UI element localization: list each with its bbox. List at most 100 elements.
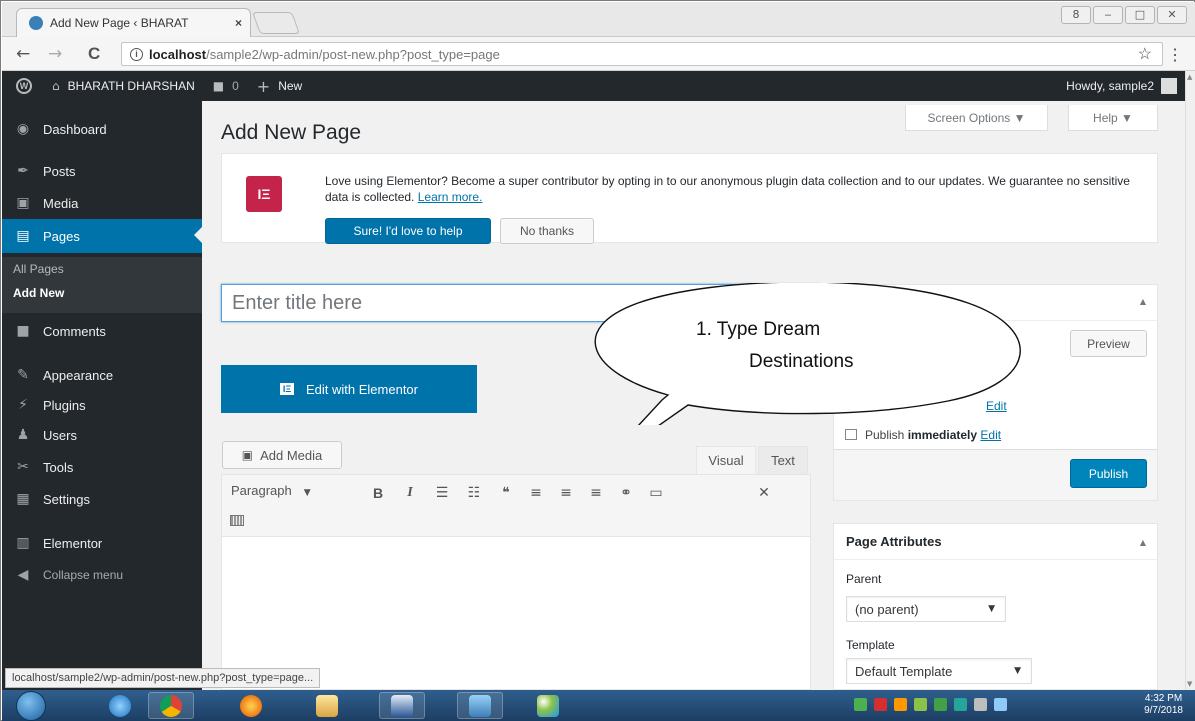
callout-bubble: 1. Type Dream Destinations	[594, 283, 1021, 425]
back-button[interactable]: ←	[16, 44, 30, 64]
plus-icon: +	[256, 76, 271, 96]
forward-button[interactable]: →	[48, 44, 62, 64]
internet-explorer-icon[interactable]	[97, 692, 143, 719]
new-content-link[interactable]: + New	[257, 77, 302, 96]
clock[interactable]: 4:32 PM 9/7/2018	[1144, 693, 1183, 717]
sidebar-item-dashboard[interactable]: ◉ Dashboard	[2, 113, 202, 145]
notice-text: Love using Elementor? Become a super con…	[325, 173, 1145, 205]
calendar-icon	[845, 429, 857, 440]
info-icon[interactable]: i	[130, 47, 143, 61]
sidebar-item-plugins[interactable]: ⚡ Plugins	[2, 389, 202, 421]
attributes-toggle-icon[interactable]: ▲	[1140, 538, 1146, 547]
parent-select[interactable]: (no parent) ▼	[846, 596, 1006, 622]
page-scrollbar[interactable]: ▲ ▼	[1185, 71, 1195, 690]
settings-icon: ▦	[16, 491, 30, 507]
browser-menu-icon[interactable]: ⋮	[1167, 45, 1183, 65]
template-select-value: Default Template	[855, 663, 953, 679]
no-thanks-button[interactable]: No thanks	[500, 218, 594, 244]
content-editor[interactable]: Paragraph ▼ B I ☰ ☷ ❝ ≡ ≡ ≡ ⚭ ▭ ✕	[221, 474, 811, 690]
tab-text[interactable]: Text	[758, 446, 808, 474]
publish-button[interactable]: Publish	[1070, 459, 1147, 488]
template-label: Template	[846, 638, 895, 652]
scroll-up-icon[interactable]: ▲	[1187, 73, 1192, 81]
chrome-icon[interactable]	[148, 692, 194, 719]
blockquote-button[interactable]: ❝	[495, 482, 517, 504]
url-input[interactable]: i localhost /sample2/wp-admin/post-new.p…	[121, 42, 1163, 66]
paint-icon[interactable]	[525, 692, 571, 719]
comments-icon: ■	[16, 323, 30, 339]
toolbar-toggle-icon[interactable]	[230, 515, 244, 526]
home-icon: ⌂	[52, 79, 60, 93]
screen-options-button[interactable]: Screen Options ▼	[905, 105, 1048, 131]
window-controls: 8 ‒ □ ✕	[1061, 6, 1187, 24]
submenu-item-all-pages[interactable]: All Pages	[2, 257, 202, 281]
minimize-button[interactable]: ‒	[1093, 6, 1123, 24]
opt-in-button[interactable]: Sure! I'd love to help	[325, 218, 491, 244]
preview-button[interactable]: Preview	[1070, 330, 1147, 357]
tab-close-icon[interactable]: ×	[235, 16, 242, 30]
file-explorer-icon[interactable]	[304, 692, 350, 719]
template-select[interactable]: Default Template ▼	[846, 658, 1032, 684]
publish-prefix: Publish	[865, 428, 905, 442]
media-player-icon[interactable]	[228, 692, 274, 719]
sidebar-item-settings[interactable]: ▦ Settings	[2, 483, 202, 515]
wordpress-logo-icon[interactable]: W	[16, 78, 32, 94]
start-button-icon[interactable]	[16, 691, 46, 721]
publish-toggle-icon[interactable]: ▲	[1140, 297, 1146, 306]
scroll-down-icon[interactable]: ▼	[1187, 680, 1192, 688]
word-icon[interactable]	[379, 692, 425, 719]
sidebar-item-comments[interactable]: ■ Comments	[2, 315, 202, 347]
sidebar-item-tools[interactable]: ✂ Tools	[2, 451, 202, 483]
new-tab-button[interactable]	[251, 12, 301, 34]
close-window-button[interactable]: ✕	[1157, 6, 1187, 24]
align-center-button[interactable]: ≡	[555, 482, 577, 504]
publish-edit-link[interactable]: Edit	[980, 428, 1001, 442]
media-icon: ▣	[241, 448, 254, 462]
user-profile-button[interactable]: 8	[1061, 6, 1091, 24]
flag-icon[interactable]	[874, 698, 887, 711]
align-right-button[interactable]: ≡	[585, 482, 607, 504]
edit-with-elementor-button[interactable]: IΞ Edit with Elementor	[221, 365, 477, 413]
sidebar-item-posts[interactable]: ✒ Posts	[2, 155, 202, 187]
read-more-button[interactable]: ▭	[645, 482, 667, 504]
sidebar-item-pages[interactable]: ▤ Pages	[2, 219, 202, 253]
comments-link[interactable]: ■ 0	[213, 79, 239, 93]
learn-more-link[interactable]: Learn more.	[418, 190, 483, 204]
collapse-menu-button[interactable]: ◀ Collapse menu	[2, 559, 202, 591]
update-icon[interactable]	[894, 698, 907, 711]
add-media-button[interactable]: ▣ Add Media	[222, 441, 342, 469]
help-button[interactable]: Help ▼	[1068, 105, 1158, 131]
sidebar-item-appearance[interactable]: ✎ Appearance	[2, 359, 202, 391]
network-icon[interactable]	[854, 698, 867, 711]
volume-icon[interactable]	[994, 698, 1007, 711]
format-select[interactable]: Paragraph ▼	[231, 483, 311, 498]
sidebar-item-users[interactable]: ♟ Users	[2, 419, 202, 451]
fullscreen-button[interactable]: ✕	[753, 482, 775, 504]
italic-button[interactable]: I	[399, 482, 421, 504]
restore-button[interactable]: □	[1125, 6, 1155, 24]
numbered-list-button[interactable]: ☷	[463, 482, 485, 504]
page-attributes-title: Page Attributes	[834, 524, 1157, 560]
sync-icon[interactable]	[954, 698, 967, 711]
sidebar-item-media[interactable]: ▣ Media	[2, 187, 202, 219]
antivirus-icon[interactable]	[914, 698, 927, 711]
tab-visual[interactable]: Visual	[696, 446, 756, 474]
bullet-list-button[interactable]: ☰	[431, 482, 453, 504]
reload-button[interactable]: C	[88, 44, 100, 64]
align-left-button[interactable]: ≡	[525, 482, 547, 504]
link-button[interactable]: ⚭	[615, 482, 637, 504]
browser-window: Add New Page ‹ BHARAT × 8 ‒ □ ✕ ← → C i …	[0, 0, 1195, 721]
site-name-link[interactable]: ⌂ BHARATH DHARSHAN	[52, 79, 195, 93]
sidebar-item-elementor[interactable]: ▥ Elementor	[2, 527, 202, 559]
publish-schedule: Publish immediately Edit	[845, 428, 1001, 442]
bookmark-star-icon[interactable]: ☆	[1138, 44, 1152, 64]
account-menu[interactable]: Howdy, sample2	[1066, 78, 1177, 94]
dashboard-icon: ◉	[16, 121, 30, 137]
bold-button[interactable]: B	[367, 482, 389, 504]
control-panel-icon[interactable]	[457, 692, 503, 719]
submenu-item-add-new[interactable]: Add New	[2, 281, 202, 305]
calendar-tray-icon[interactable]	[934, 698, 947, 711]
browser-tab[interactable]: Add New Page ‹ BHARAT ×	[16, 8, 251, 37]
power-icon[interactable]	[974, 698, 987, 711]
collapse-icon: ◀	[17, 567, 29, 583]
